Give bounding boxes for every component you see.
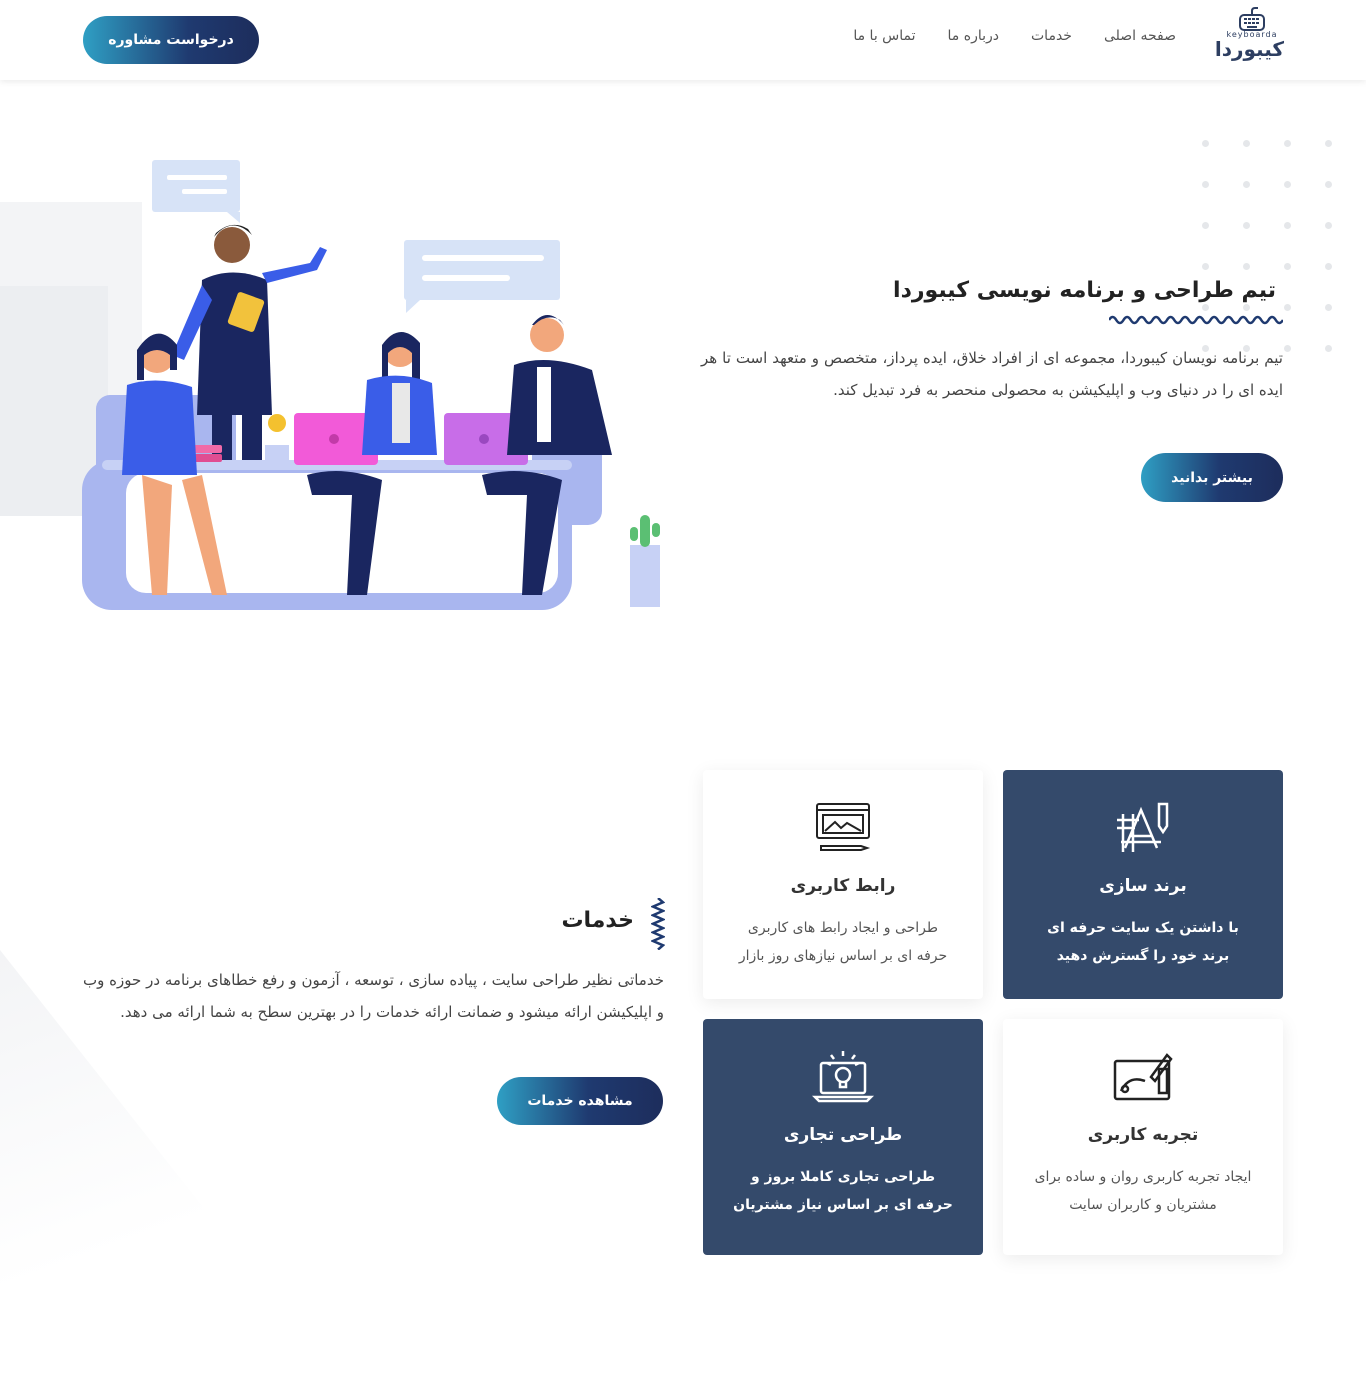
- logo-fa-text: کیبوردا: [1214, 37, 1284, 61]
- main-nav: صفحه اصلی خدمات درباره ما تماس با ما: [853, 28, 1176, 44]
- decor-dot: [1202, 222, 1209, 229]
- idea-laptop-icon: [811, 1051, 875, 1103]
- branding-icon: [1117, 802, 1169, 852]
- service-card-branding[interactable]: برند سازی با داشتن یک سایت حرفه ای برند …: [1003, 770, 1283, 999]
- card-title: برند سازی: [1099, 876, 1187, 896]
- hero-description: تیم برنامه نویسان کیبوردا، مجموعه ای از …: [701, 349, 1283, 399]
- decor-dot: [1325, 263, 1332, 270]
- team-illustration: [82, 160, 660, 610]
- card-description: ایجاد تجربه کاربری روان و ساده برای مشتر…: [1034, 1169, 1252, 1213]
- consultation-button[interactable]: درخواست مشاوره: [83, 16, 259, 64]
- nav-services[interactable]: خدمات: [1031, 28, 1072, 44]
- decor-dot: [1325, 140, 1332, 147]
- learn-more-button[interactable]: بیشتر بدانید: [1141, 453, 1283, 502]
- decor-dot: [1284, 140, 1291, 147]
- services-description: خدماتی نظیر طراحی سایت ، پیاده سازی ، تو…: [83, 971, 664, 1021]
- service-card-ui[interactable]: رابط کاربری طراحی و ایجاد رابط های کاربر…: [703, 770, 983, 999]
- services-title: خدمات: [561, 908, 634, 933]
- decor-dot: [1202, 263, 1209, 270]
- decor-dot: [1325, 181, 1332, 188]
- nav-contact[interactable]: تماس با ما: [853, 28, 915, 44]
- nav-about[interactable]: درباره ما: [948, 28, 999, 44]
- decor-dot: [1243, 222, 1250, 229]
- decor-dot: [1202, 140, 1209, 147]
- decor-dot: [1284, 345, 1291, 352]
- decor-dot: [1202, 181, 1209, 188]
- decor-dot: [1325, 304, 1332, 311]
- decor-dot: [1243, 140, 1250, 147]
- decor-dot: [1243, 304, 1250, 311]
- decor-dot: [1284, 181, 1291, 188]
- card-description: با داشتن یک سایت حرفه ای برند خود را گست…: [1047, 920, 1239, 964]
- service-card-ux[interactable]: تجربه کاربری ایجاد تجربه کاربری روان و س…: [1003, 1019, 1283, 1255]
- decor-dot: [1243, 263, 1250, 270]
- card-title: طراحی تجاری: [783, 1125, 903, 1145]
- decor-dot: [1325, 345, 1332, 352]
- card-description: طراحی تجاری کاملا بروز و حرفه ای بر اساس…: [733, 1169, 953, 1213]
- view-services-button[interactable]: مشاهده خدمات: [497, 1077, 663, 1125]
- service-card-business[interactable]: طراحی تجاری طراحی تجاری کاملا بروز و حرف…: [703, 1019, 983, 1255]
- decor-dot: [1202, 304, 1209, 311]
- card-title: رابط کاربری: [790, 876, 896, 896]
- ux-tablet-icon: [1113, 1053, 1173, 1101]
- decor-dot: [1284, 263, 1291, 270]
- card-description: طراحی و ایجاد رابط های کاربری حرفه ای بر…: [738, 920, 948, 964]
- keyboard-logo-icon: [1239, 7, 1265, 31]
- decor-dot: [1325, 222, 1332, 229]
- decor-dots: [1186, 140, 1366, 360]
- zigzag-icon: [651, 898, 665, 950]
- decor-dot: [1243, 181, 1250, 188]
- title-underline-wave: [1109, 315, 1283, 325]
- card-title: تجربه کاربری: [1087, 1125, 1199, 1145]
- site-header: keyboarda کیبوردا صفحه اصلی خدمات درباره…: [0, 0, 1366, 80]
- ui-design-icon: [816, 803, 871, 851]
- logo[interactable]: keyboarda کیبوردا: [1214, 6, 1284, 70]
- hero-title: تیم طراحی و برنامه نویسی کیبوردا: [893, 278, 1276, 303]
- decor-dot: [1284, 304, 1291, 311]
- nav-home[interactable]: صفحه اصلی: [1104, 28, 1176, 44]
- decor-dot: [1284, 222, 1291, 229]
